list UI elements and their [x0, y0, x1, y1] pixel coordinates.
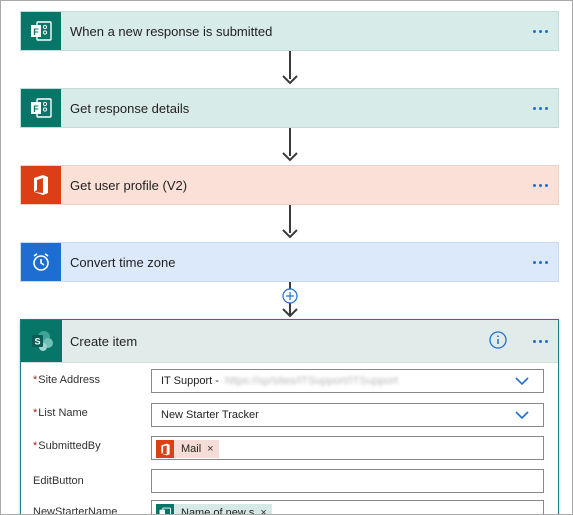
list-name-value: New Starter Tracker	[161, 409, 259, 421]
arrow-down-icon	[282, 152, 298, 162]
more-options-icon[interactable]	[533, 12, 548, 50]
more-options-icon[interactable]	[533, 166, 548, 204]
office-icon	[156, 440, 174, 458]
svg-text:S: S	[34, 337, 40, 347]
info-icon[interactable]	[489, 331, 507, 349]
site-address-label: *Site Address	[33, 374, 101, 386]
svg-text:F: F	[33, 27, 39, 37]
more-options-icon[interactable]	[533, 243, 548, 281]
arrow-down-icon	[282, 229, 298, 239]
create-item-title: Create item	[70, 333, 138, 349]
submittedby-field[interactable]: Mail ×	[151, 436, 544, 460]
step-convert-time-zone[interactable]: Convert time zone	[20, 242, 559, 282]
step-create-item: S Create item *Site Address IT Support -…	[20, 319, 559, 515]
add-step-icon[interactable]	[282, 288, 298, 304]
forms-icon: F	[21, 12, 61, 50]
office-icon	[21, 166, 61, 204]
step-title: Get user profile (V2)	[70, 177, 188, 193]
create-item-header[interactable]: S Create item	[21, 320, 558, 363]
dynamic-content-token[interactable]: Mail ×	[156, 440, 219, 458]
list-name-label: *List Name	[33, 407, 88, 419]
arrow-down-icon	[282, 308, 298, 318]
flow-canvas: F When a new response is submitted F Get…	[0, 0, 573, 515]
more-options-icon[interactable]	[533, 89, 548, 127]
editbutton-field[interactable]	[151, 469, 544, 493]
more-options-icon[interactable]	[533, 320, 548, 362]
svg-text:F: F	[33, 104, 39, 114]
step-when-new-response[interactable]: F When a new response is submitted	[20, 11, 559, 51]
step-title: When a new response is submitted	[70, 23, 273, 39]
newstartername-field[interactable]: Name of new s ×	[151, 500, 544, 515]
list-name-dropdown[interactable]: New Starter Tracker	[151, 403, 544, 427]
arrow-down-icon	[282, 75, 298, 85]
site-address-dropdown[interactable]: IT Support - https://sp/sites/ITSupport/…	[151, 369, 544, 393]
dynamic-content-token[interactable]: Name of new s ×	[156, 504, 272, 515]
token-label: Mail	[181, 443, 202, 455]
forms-icon	[156, 504, 174, 514]
step-title: Get response details	[70, 100, 190, 116]
step-get-response-details[interactable]: F Get response details	[20, 88, 559, 128]
site-address-redacted: https://sp/sites/ITSupport/ITSupport	[224, 375, 398, 387]
chevron-down-icon[interactable]	[515, 376, 529, 386]
step-title: Convert time zone	[70, 254, 176, 270]
step-get-user-profile[interactable]: Get user profile (V2)	[20, 165, 559, 205]
forms-icon: F	[21, 89, 61, 127]
site-address-value: IT Support -	[161, 375, 219, 387]
alarm-clock-icon	[21, 243, 61, 281]
newstartername-label: NewStarterName	[33, 506, 118, 515]
submittedby-label: *SubmittedBy	[33, 440, 101, 452]
editbutton-label: EditButton	[33, 475, 84, 487]
chevron-down-icon[interactable]	[515, 410, 529, 420]
token-label: Name of new s	[181, 507, 255, 515]
remove-token-icon[interactable]: ×	[260, 507, 266, 514]
sharepoint-icon: S	[21, 320, 62, 362]
remove-token-icon[interactable]: ×	[207, 443, 213, 455]
